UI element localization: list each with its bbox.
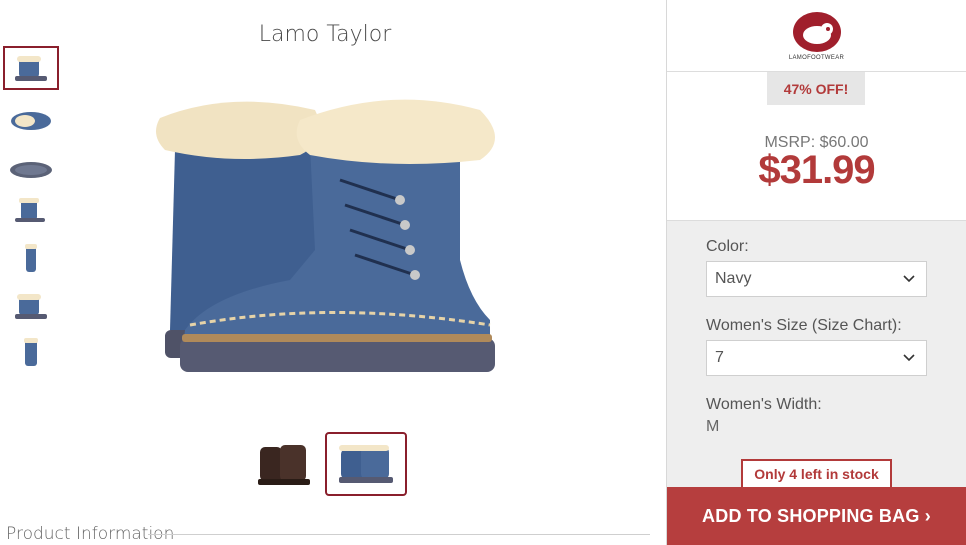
- brand-header: LAMOFOOTWEAR: [667, 0, 966, 72]
- size-select[interactable]: 7: [706, 340, 927, 376]
- chevron-down-icon: [903, 354, 915, 362]
- thumbnail-3[interactable]: [3, 148, 59, 192]
- brand-name: LAMOFOOTWEAR: [788, 54, 845, 61]
- thumbnail-1[interactable]: [3, 46, 59, 90]
- main-product-image: [156, 99, 495, 372]
- stock-badge: Only 4 left in stock: [741, 459, 892, 489]
- swatch-navy[interactable]: [325, 432, 407, 496]
- section-divider: [148, 534, 650, 535]
- boot-front-thumbnail-icon: [25, 244, 37, 272]
- brand-logo-icon[interactable]: [790, 11, 844, 53]
- navy-boot-swatch-icon: [339, 445, 393, 483]
- boot-angle-thumbnail-icon: [15, 294, 47, 319]
- purchase-panel: LAMOFOOTWEAR 47% OFF! MSRP: $60.00 $31.9…: [666, 0, 966, 545]
- color-label: Color:: [706, 238, 749, 255]
- boot-top-thumbnail-icon: [11, 112, 51, 130]
- width-value: M: [706, 418, 720, 435]
- boot-sole-thumbnail-icon: [10, 162, 52, 178]
- color-select-value: Navy: [715, 270, 752, 287]
- boot-thumbnail-icon: [15, 56, 47, 81]
- add-to-bag-button[interactable]: ADD TO SHOPPING BAG ›: [667, 487, 966, 545]
- chevron-down-icon: [903, 275, 915, 283]
- product-title: Lamo Taylor: [258, 22, 392, 47]
- swatch-brown[interactable]: [242, 432, 324, 496]
- width-label: Women's Width:: [706, 396, 822, 413]
- sale-price: $31.99: [758, 148, 875, 192]
- thumbnail-6[interactable]: [3, 284, 59, 328]
- brown-boot-swatch-icon: [258, 445, 310, 485]
- boot-side-thumbnail-icon: [15, 198, 45, 222]
- thumbnail-2[interactable]: [3, 99, 59, 143]
- size-label: Women's Size (Size Chart):: [706, 317, 902, 334]
- size-select-value: 7: [715, 349, 724, 366]
- options-panel: Color: Navy Women's Size (Size Chart): 7…: [667, 220, 966, 545]
- discount-badge: 47% OFF!: [767, 72, 865, 105]
- thumbnail-7[interactable]: [3, 330, 59, 374]
- thumbnail-4[interactable]: [3, 188, 59, 232]
- thumbnail-5[interactable]: [3, 236, 59, 280]
- color-select[interactable]: Navy: [706, 261, 927, 297]
- boot-back-thumbnail-icon: [24, 338, 38, 366]
- product-gallery: Lamo Taylor Product Information: [0, 0, 666, 545]
